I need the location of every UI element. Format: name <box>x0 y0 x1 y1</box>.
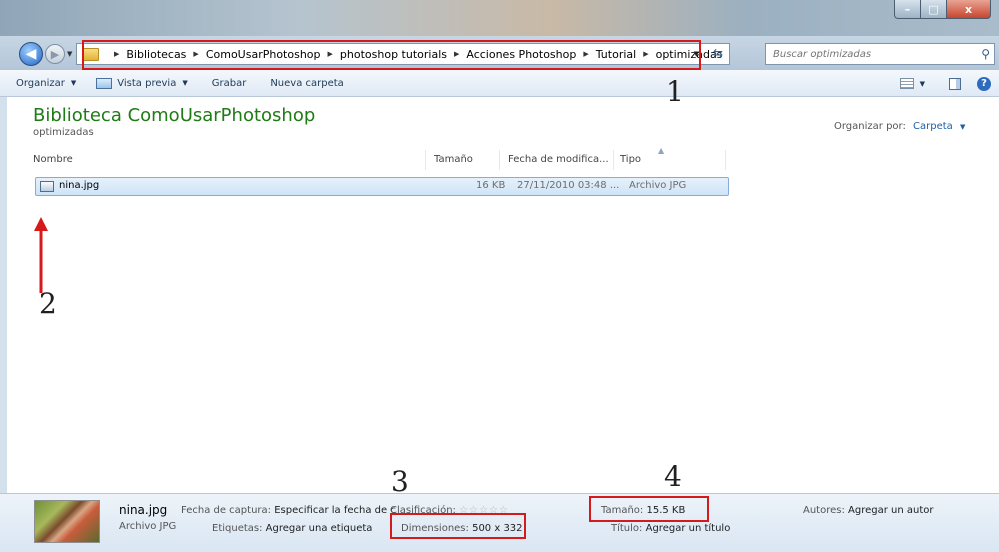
window-controls: – □ x <box>894 0 991 19</box>
capture-date-value[interactable]: Especificar la fecha de c <box>274 505 396 516</box>
title-bar: – □ x <box>0 0 999 36</box>
annotation-number-3: 3 <box>391 465 409 498</box>
column-header-size[interactable]: Tamaño <box>434 150 473 170</box>
library-subtitle: optimizadas <box>33 127 94 138</box>
burn-label: Grabar <box>211 77 247 89</box>
annotation-number-1: 1 <box>666 75 684 108</box>
file-date: 27/11/2010 03:48 ... <box>517 180 620 191</box>
size-highlight <box>589 496 709 522</box>
view-controls: ▼ ? <box>899 70 999 97</box>
file-name: nina.jpg <box>59 180 100 191</box>
arrange-by-dropdown[interactable]: Carpeta <box>913 121 953 132</box>
tags-value[interactable]: Agregar una etiqueta <box>266 523 373 534</box>
column-divider[interactable] <box>613 150 614 170</box>
chevron-down-icon: ▼ <box>70 79 77 87</box>
preview-label: Vista previa <box>117 77 177 89</box>
organize-button[interactable]: Organizar ▼ <box>16 78 76 89</box>
back-button[interactable]: ◀ <box>19 42 43 66</box>
back-arrow-icon: ◀ <box>25 46 37 62</box>
column-divider[interactable] <box>499 150 500 170</box>
title-label: Título: <box>611 523 643 534</box>
title-value[interactable]: Agregar un título <box>646 523 731 534</box>
search-icon[interactable]: ⚲ <box>981 47 990 61</box>
capture-date-label: Fecha de captura: <box>181 505 272 516</box>
authors-field: Autores: Agregar un autor <box>803 505 934 516</box>
file-list-area: Biblioteca ComoUsarPhotoshop optimizadas… <box>0 97 999 493</box>
arrange-by-label: Organizar por: <box>834 121 906 132</box>
title-field: Título: Agregar un título <box>611 523 730 534</box>
preview-icon <box>96 77 113 89</box>
column-header-type[interactable]: Tipo <box>620 150 641 170</box>
burn-button[interactable]: Grabar <box>212 78 247 89</box>
authors-value[interactable]: Agregar un autor <box>848 505 933 516</box>
change-view-icon[interactable] <box>899 78 914 89</box>
search-input[interactable] <box>766 44 966 64</box>
new-folder-button[interactable]: Nueva carpeta <box>270 78 343 89</box>
forward-arrow-icon: ▶ <box>50 47 60 61</box>
chevron-down-icon[interactable]: ▼ <box>920 80 925 88</box>
file-type: Archivo JPG <box>629 180 687 191</box>
address-bar-highlight <box>82 40 701 70</box>
details-file-name: nina.jpg <box>119 503 168 517</box>
arrange-by: Organizar por: Carpeta ▼ <box>834 121 965 132</box>
maximize-button[interactable]: □ <box>921 0 947 19</box>
chevron-down-icon[interactable]: ▼ <box>960 123 965 131</box>
annotation-number-4: 4 <box>664 460 682 493</box>
command-toolbar: Organizar ▼ Vista previa ▼ Grabar Nueva ca… <box>0 70 999 97</box>
close-button[interactable]: x <box>947 0 991 19</box>
chevron-down-icon: ▼ <box>182 79 188 87</box>
refresh-icon[interactable]: ⇆ <box>713 46 723 60</box>
authors-label: Autores: <box>803 505 845 516</box>
organize-label: Organizar <box>16 77 65 89</box>
tags-field: Etiquetas: Agregar una etiqueta <box>212 523 372 534</box>
preview-button[interactable]: Vista previa ▼ <box>96 77 188 89</box>
column-header-name[interactable]: Nombre <box>33 150 73 170</box>
search-box[interactable]: ⚲ <box>765 43 995 65</box>
forward-button[interactable]: ▶ <box>45 44 65 64</box>
column-divider[interactable] <box>725 150 726 170</box>
library-title: Biblioteca ComoUsarPhotoshop <box>33 105 316 126</box>
dimensions-highlight <box>390 513 526 539</box>
image-thumbnail <box>34 500 100 543</box>
column-header-date[interactable]: Fecha de modifica... <box>508 150 609 170</box>
recent-pages-dropdown[interactable]: ▼ <box>67 50 72 58</box>
column-divider[interactable] <box>425 150 426 170</box>
preview-pane-icon[interactable] <box>949 77 961 90</box>
minimize-button[interactable]: – <box>894 0 921 19</box>
red-arrow-annotation <box>34 217 48 293</box>
image-file-icon <box>40 181 54 192</box>
file-size: 16 KB <box>476 180 506 191</box>
capture-date-field: Fecha de captura: Especificar la fecha d… <box>181 505 396 516</box>
help-icon[interactable]: ? <box>977 76 991 91</box>
new-folder-label: Nueva carpeta <box>270 77 344 89</box>
annotation-number-2: 2 <box>39 287 57 320</box>
table-row[interactable]: nina.jpg 16 KB 27/11/2010 03:48 ... Arch… <box>35 177 729 196</box>
sort-arrow-icon: ▲ <box>658 146 665 155</box>
details-file-type: Archivo JPG <box>119 521 177 532</box>
tags-label: Etiquetas: <box>212 523 263 534</box>
